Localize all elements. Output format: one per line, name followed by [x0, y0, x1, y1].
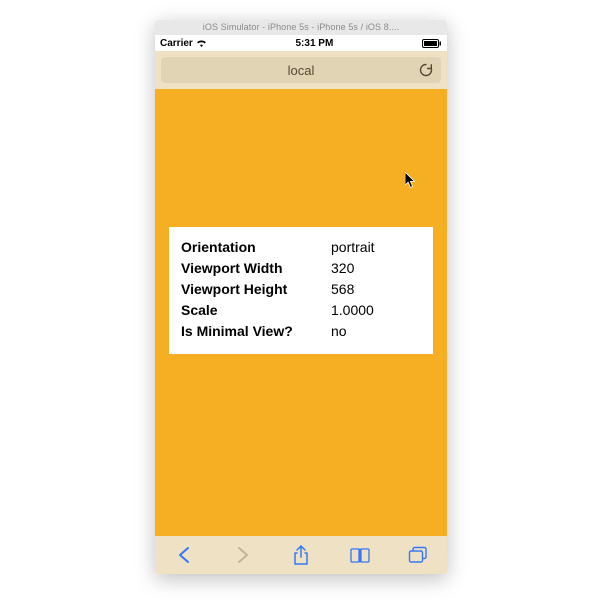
label-is-minimal: Is Minimal View?: [181, 321, 331, 342]
bookmarks-button[interactable]: [349, 544, 371, 566]
battery-icon: [422, 39, 442, 48]
wifi-icon: [196, 39, 207, 48]
label-scale: Scale: [181, 300, 331, 321]
label-viewport-height: Viewport Height: [181, 279, 331, 300]
clock-label: 5:31 PM: [296, 38, 334, 49]
value-orientation: portrait: [331, 237, 421, 258]
page-content: Orientation portrait Viewport Width 320 …: [155, 89, 447, 536]
row-viewport-height: Viewport Height 568: [181, 279, 421, 300]
status-bar: Carrier 5:31 PM: [155, 35, 447, 51]
back-button[interactable]: [173, 544, 195, 566]
status-left: Carrier: [160, 38, 207, 49]
carrier-label: Carrier: [160, 38, 193, 49]
status-right: [422, 39, 442, 48]
browser-nav-bar: local: [155, 51, 447, 89]
row-orientation: Orientation portrait: [181, 237, 421, 258]
value-is-minimal: no: [331, 321, 421, 342]
label-orientation: Orientation: [181, 237, 331, 258]
window-title: iOS Simulator - iPhone 5s - iPhone 5s / …: [203, 22, 399, 32]
url-text: local: [288, 63, 315, 78]
row-is-minimal: Is Minimal View? no: [181, 321, 421, 342]
device-screen: Carrier 5:31 PM local: [155, 35, 447, 574]
reload-icon[interactable]: [418, 62, 434, 78]
url-field[interactable]: local: [161, 57, 441, 83]
value-scale: 1.0000: [331, 300, 421, 321]
browser-toolbar: [155, 536, 447, 574]
row-scale: Scale 1.0000: [181, 300, 421, 321]
value-viewport-height: 568: [331, 279, 421, 300]
simulator-window: iOS Simulator - iPhone 5s - iPhone 5s / …: [155, 20, 447, 574]
value-viewport-width: 320: [331, 258, 421, 279]
tabs-button[interactable]: [407, 544, 429, 566]
forward-button[interactable]: [232, 544, 254, 566]
row-viewport-width: Viewport Width 320: [181, 258, 421, 279]
info-card: Orientation portrait Viewport Width 320 …: [169, 227, 433, 354]
window-titlebar: iOS Simulator - iPhone 5s - iPhone 5s / …: [155, 20, 447, 35]
share-button[interactable]: [290, 544, 312, 566]
label-viewport-width: Viewport Width: [181, 258, 331, 279]
